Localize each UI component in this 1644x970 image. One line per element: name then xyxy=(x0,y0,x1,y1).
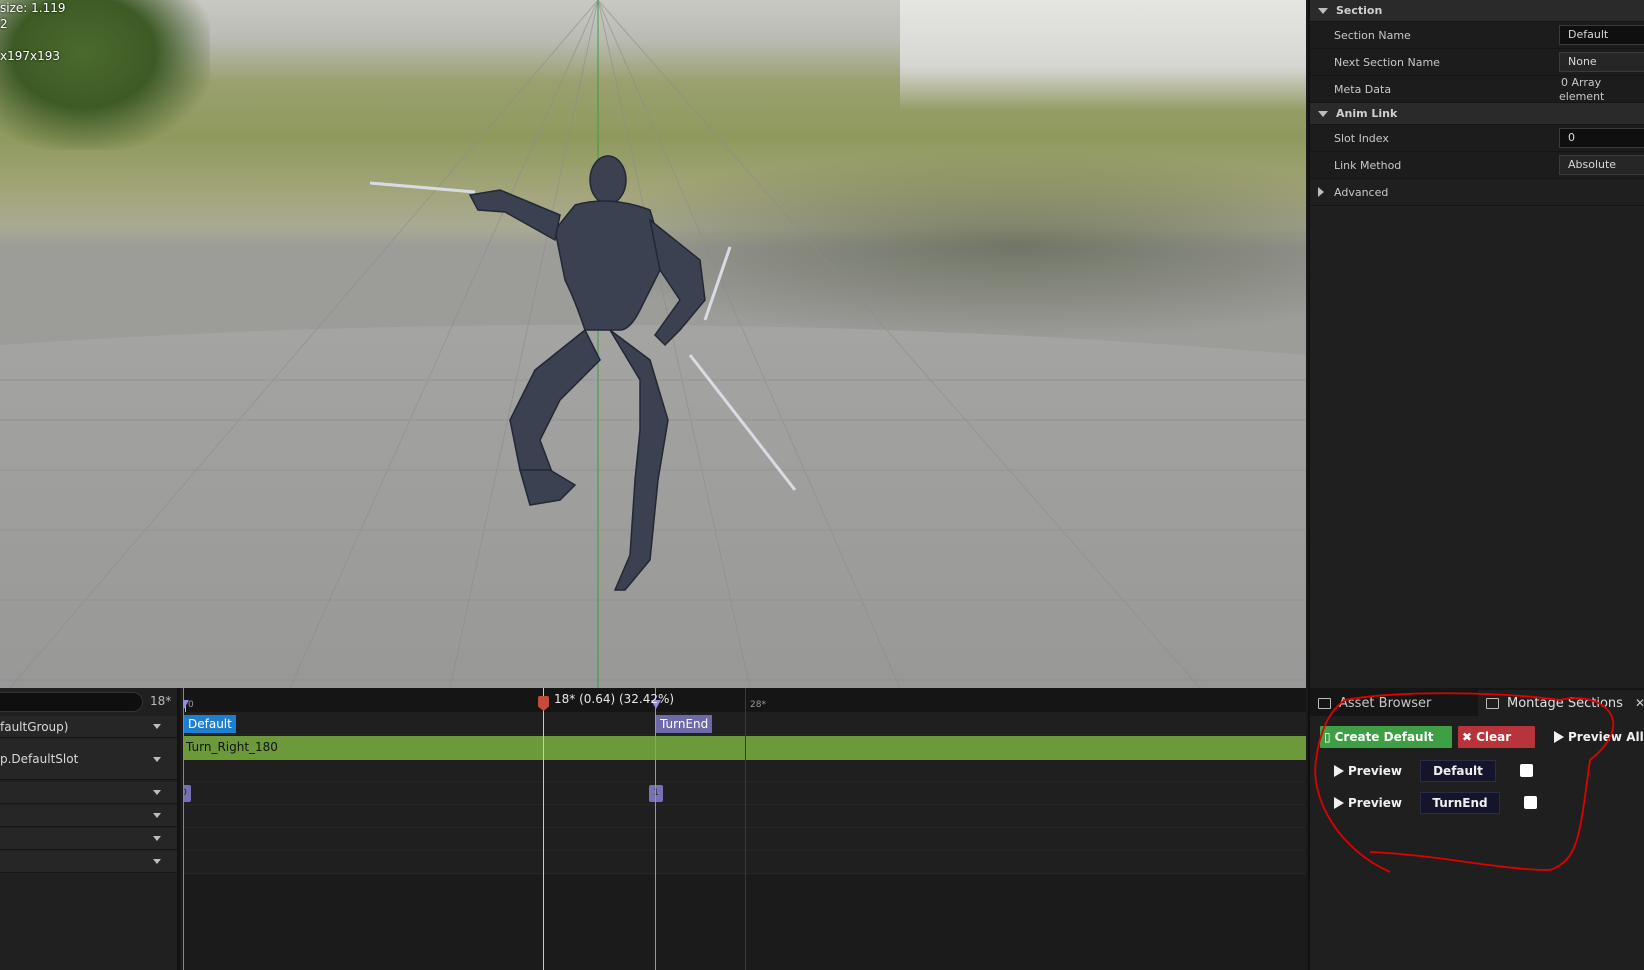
prop-label: Link Method xyxy=(1334,158,1402,172)
viewport[interactable]: size: 1.119 2 x197x193 xyxy=(0,0,1306,688)
playhead-line[interactable] xyxy=(543,688,544,970)
collapse-arrow-icon[interactable] xyxy=(1318,7,1328,14)
track-label-column: 18* faultGroup) p.DefaultSlot xyxy=(0,688,180,970)
track-label-attributes[interactable] xyxy=(0,828,177,850)
collapse-arrow-icon[interactable] xyxy=(1318,110,1328,117)
prop-label: Meta Data xyxy=(1334,82,1392,96)
category-advanced[interactable]: Advanced xyxy=(1310,179,1644,206)
play-icon xyxy=(1334,765,1344,777)
preview-all-button[interactable]: Preview All xyxy=(1554,730,1644,744)
loop-checkbox-default[interactable] xyxy=(1520,764,1533,777)
document-icon: ▯ xyxy=(1324,730,1331,744)
ruler-gridline xyxy=(745,688,746,970)
editor-window: size: 1.119 2 x197x193 Section Section N… xyxy=(0,0,1644,970)
loop-checkbox-turnend[interactable] xyxy=(1524,796,1537,809)
start-line xyxy=(183,688,184,970)
track-label-extra[interactable] xyxy=(0,851,177,873)
section-line-turnend xyxy=(655,688,656,970)
stat-line xyxy=(0,32,65,48)
details-panel: Section Section Name Default Next Sectio… xyxy=(1308,0,1644,688)
expand-arrow-icon[interactable] xyxy=(1318,187,1324,197)
section-tag-turnend[interactable]: TurnEnd xyxy=(656,715,713,733)
folder-icon xyxy=(1318,697,1331,709)
notify-marker[interactable]: 1 xyxy=(649,785,663,802)
slot-index-field[interactable]: 0 xyxy=(1559,128,1644,148)
stat-line: 2 xyxy=(0,17,8,31)
prop-link-method: Link Method Absolute xyxy=(1310,152,1644,179)
clear-button[interactable]: ✖ Clear xyxy=(1458,726,1535,748)
montage-sections-panel: Asset Browser Montage Sections ✕ ▯ Creat… xyxy=(1308,688,1644,970)
chevron-down-icon[interactable] xyxy=(153,813,161,818)
playhead-label: 18* (0.64) (32.42%) xyxy=(554,692,675,706)
chevron-down-icon[interactable] xyxy=(153,756,161,762)
track-label-group[interactable]: faultGroup) xyxy=(0,716,177,738)
ruler-mid-label: 28* xyxy=(750,700,766,710)
track-area[interactable]: 0 28* Default TurnEnd Turn_Right_180 0 1 xyxy=(183,688,1306,970)
notify-marker[interactable]: 0 xyxy=(183,785,191,802)
preview-button-turnend[interactable]: Preview xyxy=(1334,796,1402,810)
montage-icon xyxy=(1486,697,1499,709)
viewport-stats: size: 1.119 2 x197x193 xyxy=(0,0,65,64)
category-anim-link[interactable]: Anim Link xyxy=(1310,103,1644,125)
track-label-notifies[interactable] xyxy=(0,782,177,804)
montage-timeline: 18* faultGroup) p.DefaultSlot 0 28* Defa… xyxy=(0,688,1306,970)
chevron-down-icon[interactable] xyxy=(153,836,161,841)
section-button-default[interactable]: Default xyxy=(1420,760,1496,782)
stat-line: x197x193 xyxy=(0,49,61,63)
link-method-combo[interactable]: Absolute xyxy=(1559,155,1644,175)
prop-section-name: Section Name Default xyxy=(1310,22,1644,49)
meta-data-value: 0 Array element xyxy=(1559,76,1605,103)
track-label-text: faultGroup) xyxy=(0,719,69,734)
prop-label: Section Name xyxy=(1334,28,1411,42)
track-label-text: p.DefaultSlot xyxy=(0,752,79,766)
section-button-turnend[interactable]: TurnEnd xyxy=(1420,792,1500,814)
section-tag-default[interactable]: Default xyxy=(184,715,236,733)
tab-bar: Asset Browser Montage Sections ✕ xyxy=(1310,688,1644,716)
tab-label: Montage Sections xyxy=(1507,695,1623,711)
chevron-down-icon[interactable] xyxy=(153,724,161,729)
tab-montage-sections[interactable]: Montage Sections ✕ xyxy=(1478,690,1644,716)
prop-next-section-name: Next Section Name None xyxy=(1310,49,1644,76)
tab-label: Asset Browser xyxy=(1339,695,1432,711)
chevron-down-icon[interactable] xyxy=(153,859,161,864)
stat-line: size: 1.119 xyxy=(0,1,66,15)
close-icon[interactable]: ✕ xyxy=(1635,696,1644,710)
section-name-field[interactable]: Default xyxy=(1559,25,1644,45)
category-label: Advanced xyxy=(1334,185,1389,199)
next-section-combo[interactable]: None xyxy=(1559,52,1644,72)
preview-button-default[interactable]: Preview xyxy=(1334,764,1402,778)
tab-asset-browser[interactable]: Asset Browser xyxy=(1310,690,1475,716)
section-marker-icon[interactable] xyxy=(183,700,189,709)
frame-count-label: 18* xyxy=(150,694,172,708)
track-search-input[interactable] xyxy=(0,692,143,712)
play-icon xyxy=(1334,797,1344,809)
play-icon xyxy=(1554,731,1564,743)
prop-label: Slot Index xyxy=(1334,131,1389,145)
prop-meta-data: Meta Data 0 Array element xyxy=(1310,76,1644,103)
prop-slot-index: Slot Index 0 xyxy=(1310,125,1644,152)
category-section[interactable]: Section xyxy=(1310,0,1644,22)
floor-grid xyxy=(0,0,1306,688)
x-icon: ✖ xyxy=(1462,730,1473,744)
prop-label: Next Section Name xyxy=(1334,55,1440,69)
category-label: Section xyxy=(1336,4,1383,17)
track-label-curves[interactable] xyxy=(0,805,177,827)
chevron-down-icon[interactable] xyxy=(153,790,161,795)
track-label-slot[interactable]: p.DefaultSlot xyxy=(0,739,177,780)
category-label: Anim Link xyxy=(1336,107,1398,120)
create-default-button[interactable]: ▯ Create Default xyxy=(1320,726,1452,748)
